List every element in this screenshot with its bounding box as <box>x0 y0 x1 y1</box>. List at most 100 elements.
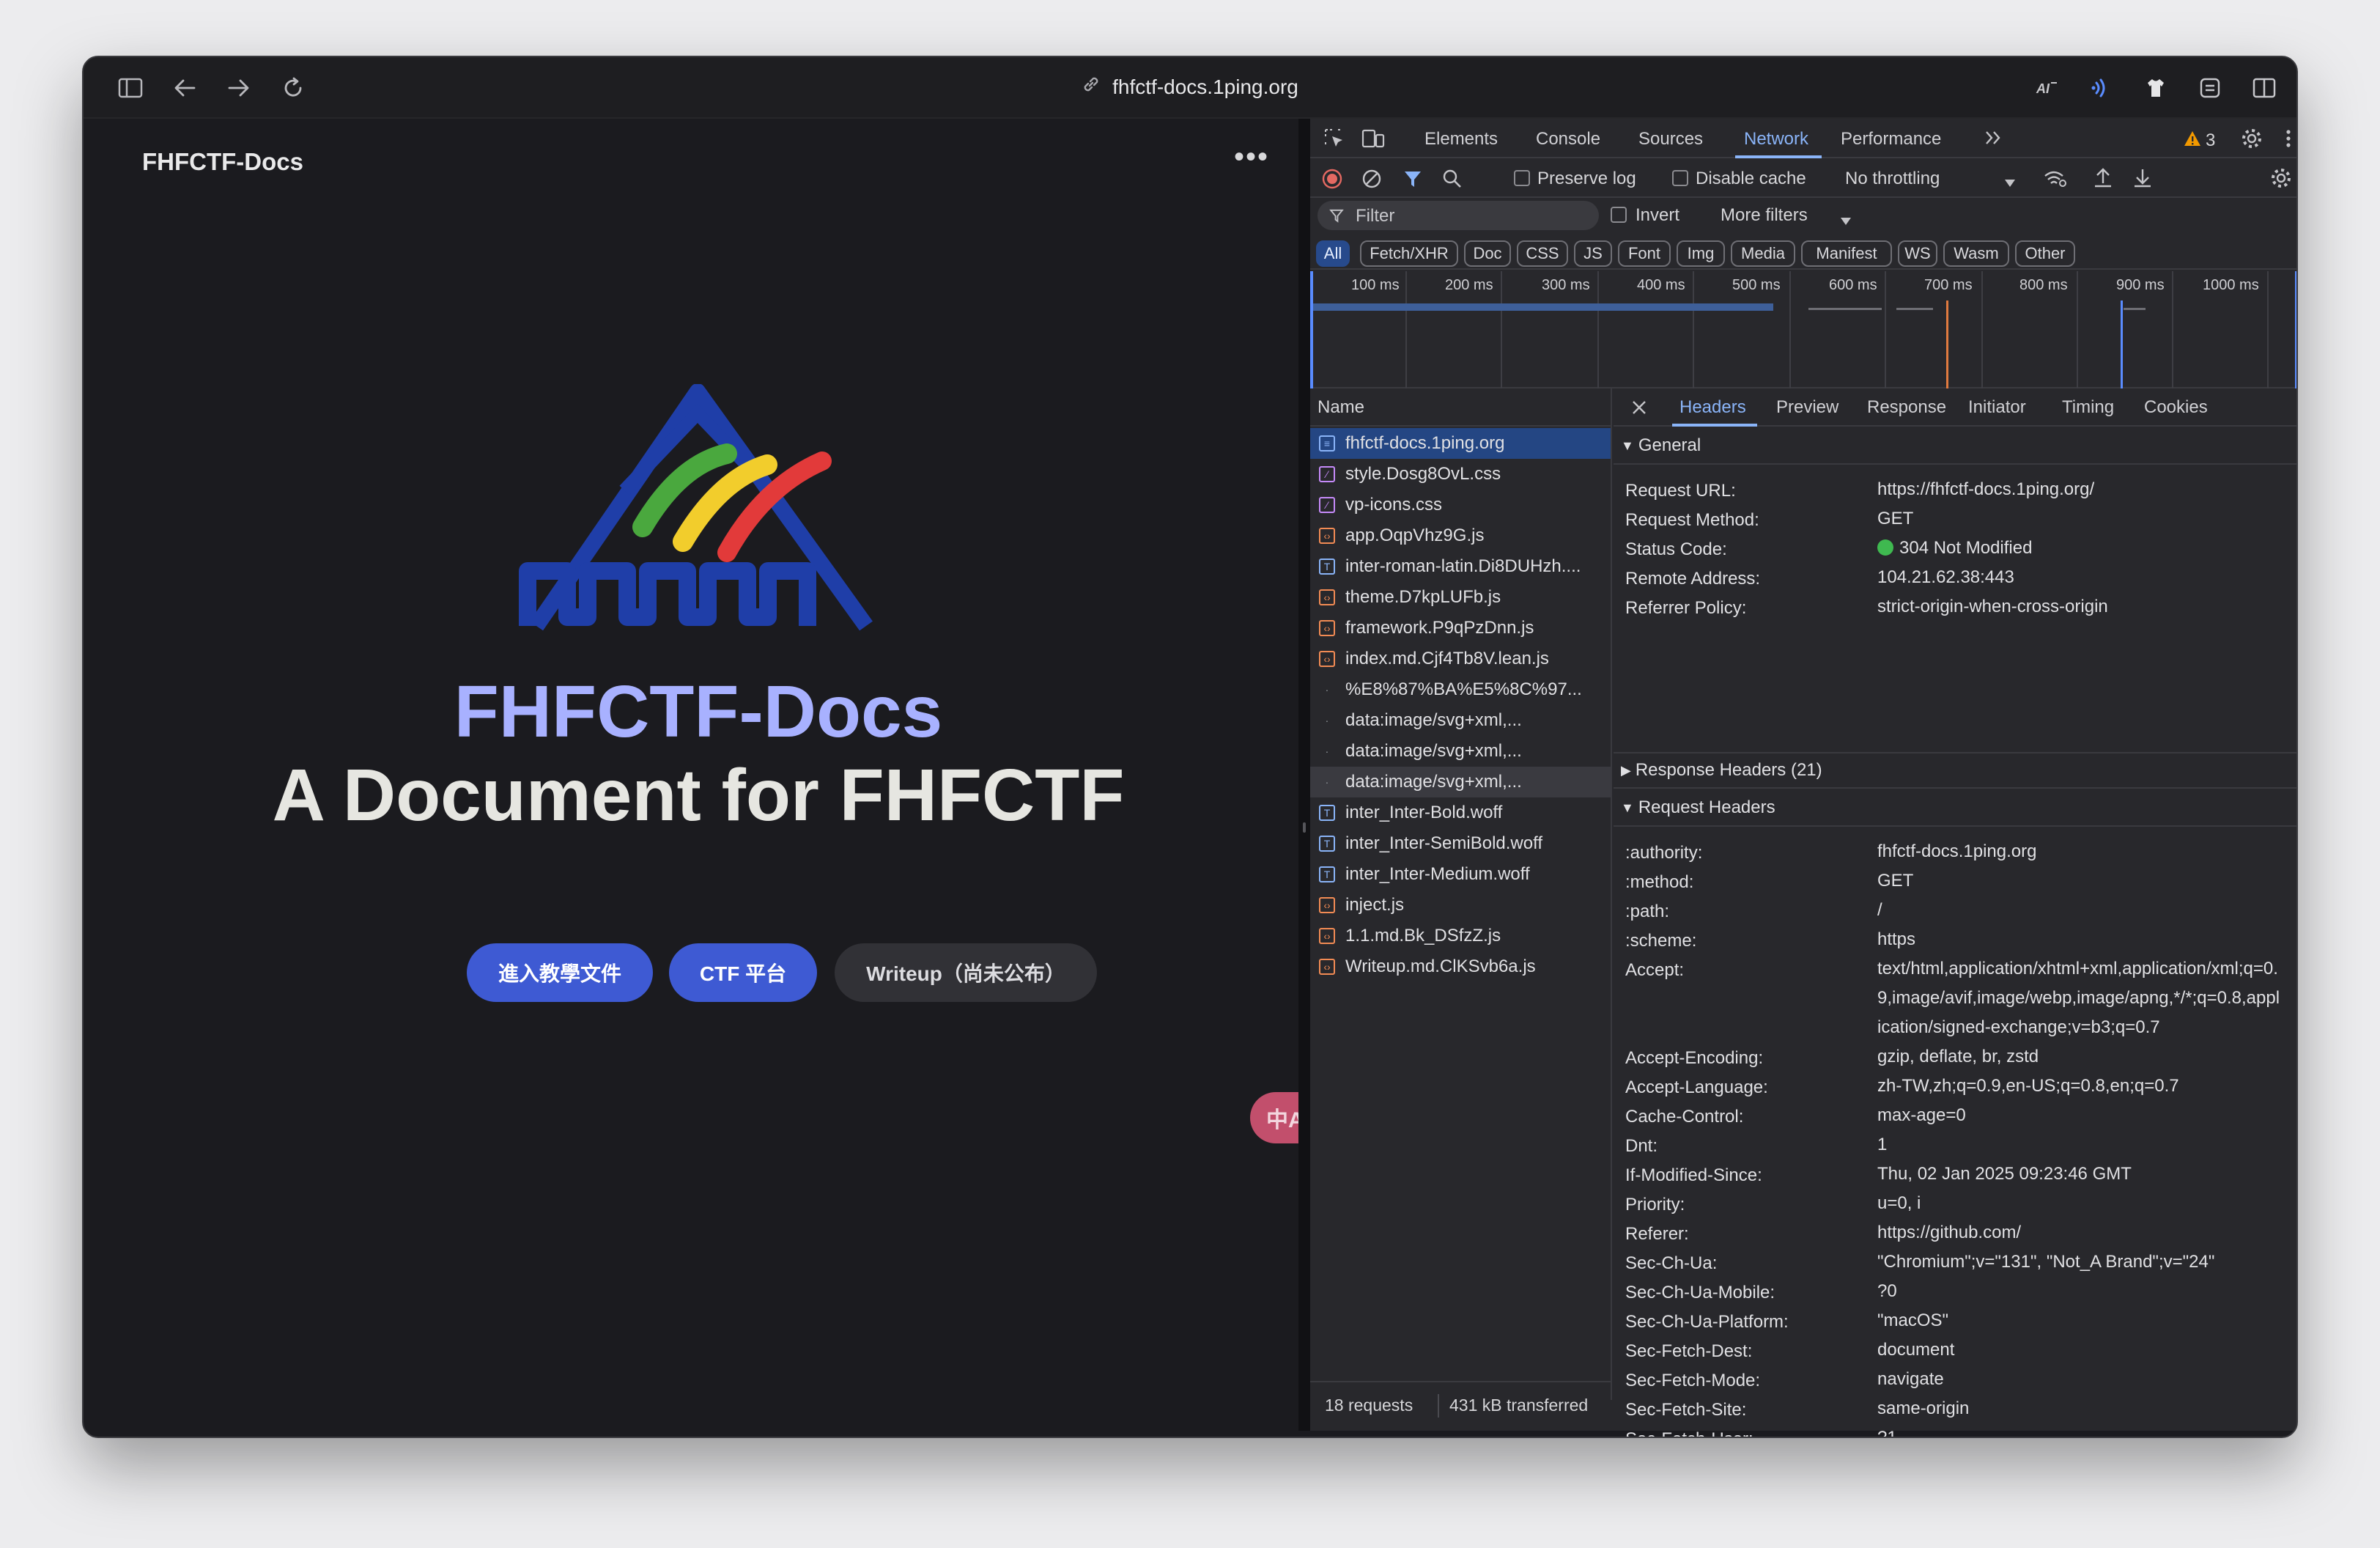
chevron-down-icon[interactable] <box>2003 172 2017 192</box>
response-headers-section-header[interactable]: ▶ Response Headers (21) <box>1614 752 2296 789</box>
inspect-element-icon[interactable] <box>1323 128 1345 153</box>
tab-headers[interactable]: Headers <box>1679 397 1746 418</box>
request-row[interactable]: ≡ fhfctf-docs.1ping.org <box>1310 428 1611 459</box>
header-value[interactable]: / <box>1877 896 2280 925</box>
chip-wasm[interactable]: Wasm <box>1943 240 2009 267</box>
chip-img[interactable]: Img <box>1677 240 1725 267</box>
header-value[interactable]: text/html,application/xhtml+xml,applicat… <box>1877 954 2280 1042</box>
request-row[interactable]: ‹› theme.D7kpLUFb.js <box>1310 582 1611 613</box>
tab-initiator[interactable]: Initiator <box>1968 397 2026 418</box>
device-toolbar-icon[interactable] <box>1361 128 1385 153</box>
throttling-select[interactable]: No throttling <box>1845 169 1940 189</box>
header-value[interactable]: max-age=0 <box>1877 1101 2280 1130</box>
header-value[interactable]: navigate <box>1877 1365 2280 1394</box>
request-row[interactable]: Tinter-roman-latin.Di8DUHzh.... <box>1310 551 1611 582</box>
request-row[interactable]: · data:image/svg+xml,... <box>1310 767 1611 797</box>
chip-ws[interactable]: WS <box>1898 240 1937 267</box>
tab-network[interactable]: Network <box>1744 129 1808 150</box>
header-value[interactable]: https <box>1877 925 2280 954</box>
chip-manifest[interactable]: Manifest <box>1801 240 1892 267</box>
disable-cache-checkbox[interactable] <box>1672 170 1688 186</box>
header-value[interactable]: GET <box>1877 866 2280 896</box>
request-row[interactable]: ⁄ vp-icons.css <box>1310 490 1611 520</box>
chip-media[interactable]: Media <box>1731 240 1795 267</box>
request-row[interactable]: · data:image/svg+xml,... <box>1310 736 1611 767</box>
chip-js[interactable]: JS <box>1574 240 1612 267</box>
site-title[interactable]: FHFCTF-Docs <box>142 148 303 176</box>
chip-other[interactable]: Other <box>2015 240 2075 267</box>
header-value[interactable]: GET <box>1877 504 2280 534</box>
extension-signal-icon[interactable] <box>2087 73 2116 103</box>
timeline-left-handle[interactable] <box>1310 271 1313 388</box>
request-row[interactable]: · data:image/svg+xml,... <box>1310 705 1611 736</box>
header-value[interactable]: ?0 <box>1877 1277 2280 1306</box>
header-value[interactable]: ?1 <box>1877 1423 2280 1437</box>
request-row[interactable]: Tinter_Inter-SemiBold.woff <box>1310 828 1611 859</box>
header-value[interactable]: https://fhfctf-docs.1ping.org/ <box>1877 475 2280 504</box>
header-value[interactable]: Thu, 02 Jan 2025 09:23:46 GMT <box>1877 1160 2280 1189</box>
network-overview-timeline[interactable]: 100 ms 200 ms 300 ms 400 ms 500 ms 600 m… <box>1310 271 2296 388</box>
header-value[interactable]: document <box>1877 1335 2280 1365</box>
tab-performance[interactable]: Performance <box>1841 129 1941 150</box>
chip-css[interactable]: CSS <box>1517 240 1568 267</box>
tab-cookies[interactable]: Cookies <box>2144 397 2208 418</box>
request-row[interactable]: ‹› Writeup.md.ClKSvb6a.js <box>1310 951 1611 982</box>
request-row[interactable]: ⁄ style.Dosg8OvL.css <box>1310 459 1611 490</box>
request-row[interactable]: ‹› 1.1.md.Bk_DSfzZ.js <box>1310 921 1611 951</box>
header-value[interactable]: https://github.com/ <box>1877 1218 2280 1247</box>
more-filters-chevron-icon[interactable] <box>1839 210 1852 230</box>
import-har-icon[interactable] <box>2093 167 2113 193</box>
writeup-button[interactable]: Writeup（尚未公布） <box>835 943 1097 1002</box>
tab-timing[interactable]: Timing <box>2062 397 2114 418</box>
extension-toggle-icon[interactable] <box>2195 73 2225 103</box>
header-value[interactable]: "Chromium";v="131", "Not_A Brand";v="24" <box>1877 1247 2280 1277</box>
name-column-header[interactable]: Name <box>1310 388 1611 427</box>
tab-preview[interactable]: Preview <box>1776 397 1838 418</box>
header-value[interactable]: fhfctf-docs.1ping.org <box>1877 837 2280 866</box>
clear-icon[interactable] <box>1361 169 1382 193</box>
network-settings-icon[interactable] <box>2270 167 2292 193</box>
network-conditions-icon[interactable] <box>2043 167 2068 193</box>
filter-icon[interactable] <box>1402 169 1423 193</box>
request-row[interactable]: · %E8%87%BA%E5%8C%97... <box>1310 674 1611 705</box>
tab-response[interactable]: Response <box>1867 397 1946 418</box>
extension-shirt-icon[interactable] <box>2141 73 2170 103</box>
address-bar[interactable]: fhfctf-docs.1ping.org <box>84 75 2296 99</box>
pane-divider[interactable] <box>1298 119 1310 1431</box>
warning-icon[interactable] <box>2184 130 2201 151</box>
export-har-icon[interactable] <box>2132 167 2153 193</box>
chip-all[interactable]: All <box>1316 240 1350 267</box>
chip-fetch-xhr[interactable]: Fetch/XHR <box>1360 240 1458 267</box>
extension-ai-icon[interactable]: AI <box>2033 73 2062 103</box>
close-details-icon[interactable] <box>1631 399 1647 419</box>
header-value[interactable]: u=0, i <box>1877 1189 2280 1218</box>
warning-count[interactable]: 3 <box>2206 130 2215 151</box>
request-headers-section-header[interactable]: ▼ Request Headers <box>1614 790 2296 827</box>
header-value[interactable]: same-origin <box>1877 1394 2280 1423</box>
record-stop-icon[interactable] <box>1322 169 1342 193</box>
split-view-icon[interactable] <box>2250 73 2279 103</box>
request-row[interactable]: Tinter_Inter-Medium.woff <box>1310 859 1611 890</box>
request-row[interactable]: ‹› app.OqpVhz9G.js <box>1310 520 1611 551</box>
request-row[interactable]: Tinter_Inter-Bold.woff <box>1310 797 1611 828</box>
search-icon[interactable] <box>1442 169 1463 193</box>
filter-input[interactable]: Filter <box>1318 201 1599 230</box>
translate-button[interactable]: 中A <box>1250 1092 1306 1143</box>
request-row[interactable]: ‹› framework.P9qPzDnn.js <box>1310 613 1611 644</box>
settings-gear-icon[interactable] <box>2241 128 2263 153</box>
invert-checkbox[interactable] <box>1611 207 1627 223</box>
chip-font[interactable]: Font <box>1618 240 1671 267</box>
general-section-header[interactable]: ▼ General <box>1614 428 2296 465</box>
more-menu-icon[interactable]: ••• <box>1234 141 1269 174</box>
tab-elements[interactable]: Elements <box>1424 129 1498 150</box>
header-value[interactable]: strict-origin-when-cross-origin <box>1877 592 2280 622</box>
chip-doc[interactable]: Doc <box>1464 240 1511 267</box>
more-filters-dropdown[interactable]: More filters <box>1721 205 1808 226</box>
docs-button[interactable]: 進入教學文件 <box>467 943 653 1002</box>
header-value[interactable]: 1 <box>1877 1130 2280 1160</box>
ctf-platform-button[interactable]: CTF 平台 <box>669 943 817 1002</box>
request-row[interactable]: ‹› inject.js <box>1310 890 1611 921</box>
more-options-icon[interactable] <box>2285 128 2292 153</box>
header-value[interactable]: zh-TW,zh;q=0.9,en-US;q=0.8,en;q=0.7 <box>1877 1072 2280 1101</box>
request-row[interactable]: ‹› index.md.Cjf4Tb8V.lean.js <box>1310 644 1611 674</box>
